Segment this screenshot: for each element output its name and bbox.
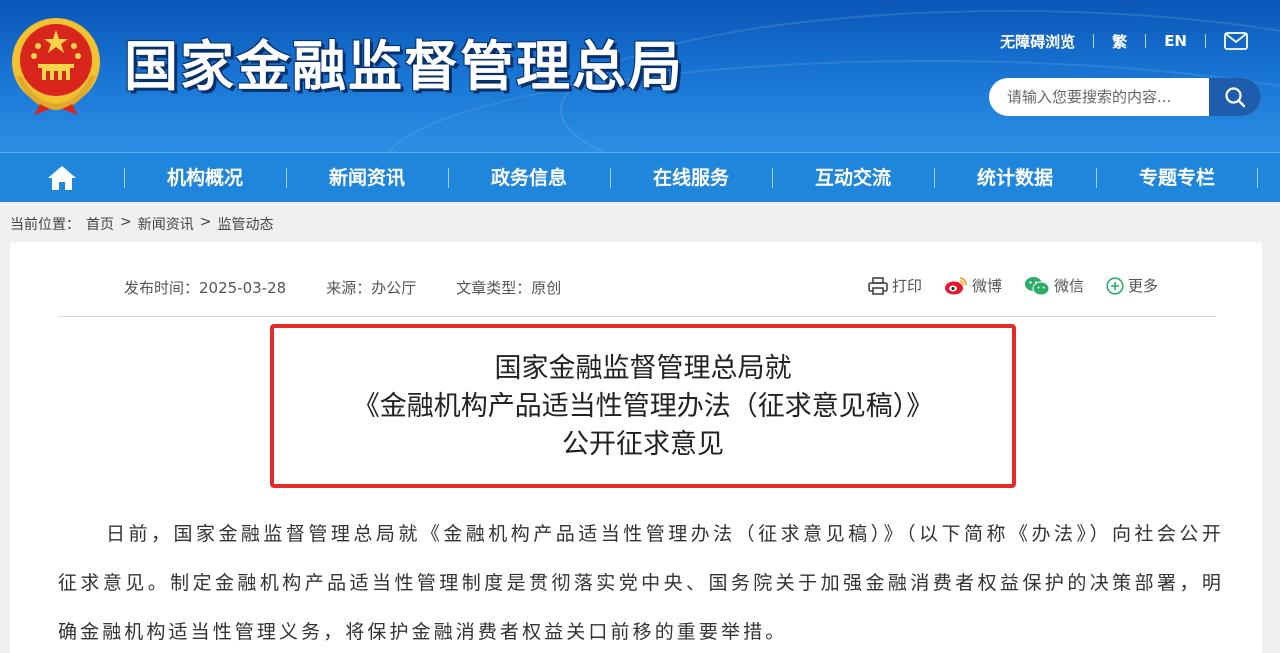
nav-home[interactable] xyxy=(0,153,124,203)
nav-item-about[interactable]: 机构概况 xyxy=(124,153,286,203)
site-title[interactable]: 国家金融监督管理总局 xyxy=(124,34,684,100)
accessibility-link[interactable]: 无障碍浏览 xyxy=(1000,31,1075,52)
divider xyxy=(1145,34,1147,48)
nav-item-online-services[interactable]: 在线服务 xyxy=(610,153,772,203)
nav-item-special-topics[interactable]: 专题专栏 xyxy=(1096,153,1258,203)
more-label: 更多 xyxy=(1127,277,1158,295)
main-nav: 机构概况 新闻资讯 政务信息 在线服务 互动交流 统计数据 专题专栏 xyxy=(0,152,1280,202)
national-emblem-icon[interactable] xyxy=(10,16,102,116)
nav-item-news[interactable]: 新闻资讯 xyxy=(286,153,448,203)
breadcrumb-current[interactable]: 监管动态 xyxy=(217,214,273,234)
print-icon xyxy=(868,276,888,295)
article-meta: 发布时间：2025-03-28 来源：办公厅 文章类型：原创 xyxy=(124,277,601,298)
print-label: 打印 xyxy=(891,277,922,295)
article-source: 来源：办公厅 xyxy=(326,279,417,297)
breadcrumb-news[interactable]: 新闻资讯 xyxy=(138,214,194,234)
article-title-line: 国家金融监督管理总局就 xyxy=(494,353,792,384)
share-bar: 打印 微博 微信 更多 xyxy=(868,275,1158,296)
nav-item-government-info[interactable]: 政务信息 xyxy=(448,153,610,203)
divider xyxy=(1205,34,1206,48)
print-button[interactable]: 打印 xyxy=(868,275,922,296)
search-box xyxy=(989,78,1261,116)
breadcrumb-separator: > xyxy=(120,214,132,230)
site-header: 国家金融监督管理总局 无障碍浏览 繁 EN xyxy=(0,0,1280,152)
nav-item-interaction[interactable]: 互动交流 xyxy=(772,153,934,203)
search-icon xyxy=(1225,87,1246,108)
weibo-label: 微博 xyxy=(971,277,1002,295)
nav-item-statistics[interactable]: 统计数据 xyxy=(934,153,1096,203)
article-type: 文章类型：原创 xyxy=(456,279,562,297)
traditional-chinese-link[interactable]: 繁 xyxy=(1112,31,1127,52)
top-links: 无障碍浏览 繁 EN xyxy=(1000,30,1248,52)
wechat-label: 微信 xyxy=(1053,277,1084,295)
publish-time: 发布时间：2025-03-28 xyxy=(124,279,287,297)
home-icon xyxy=(48,165,76,190)
article-body: 日前，国家金融监督管理总局就《金融机构产品适当性管理办法（征求意见稿）》（以下简… xyxy=(58,523,1224,643)
meta-divider xyxy=(58,316,1216,317)
weibo-share-button[interactable]: 微博 xyxy=(944,275,1002,296)
breadcrumb-separator: > xyxy=(199,214,212,230)
english-link[interactable]: EN xyxy=(1164,32,1187,50)
weibo-icon xyxy=(944,276,967,294)
article-title-highlight: 国家金融监督管理总局就 《金融机构产品适当性管理办法（征求意见稿）》 公开征求意… xyxy=(270,324,1016,488)
article-panel: 发布时间：2025-03-28 来源：办公厅 文章类型：原创 打印 微博 微信 … xyxy=(10,242,1262,653)
more-share-button[interactable]: 更多 xyxy=(1106,275,1158,296)
breadcrumb-home[interactable]: 首页 xyxy=(86,214,114,234)
article-title-line: 《金融机构产品适当性管理办法（征求意见稿）》 xyxy=(352,391,934,422)
divider xyxy=(1093,34,1095,48)
wechat-icon xyxy=(1024,276,1050,295)
search-button[interactable] xyxy=(1209,78,1261,116)
breadcrumb: 当前位置： 首页 > 新闻资讯 > 监管动态 xyxy=(10,214,279,234)
article-title-line: 公开征求意见 xyxy=(562,429,724,460)
mail-icon[interactable] xyxy=(1224,32,1248,50)
more-plus-icon xyxy=(1106,276,1124,295)
breadcrumb-label: 当前位置： xyxy=(10,217,80,233)
search-input[interactable] xyxy=(989,78,1209,116)
wechat-share-button[interactable]: 微信 xyxy=(1024,275,1084,296)
